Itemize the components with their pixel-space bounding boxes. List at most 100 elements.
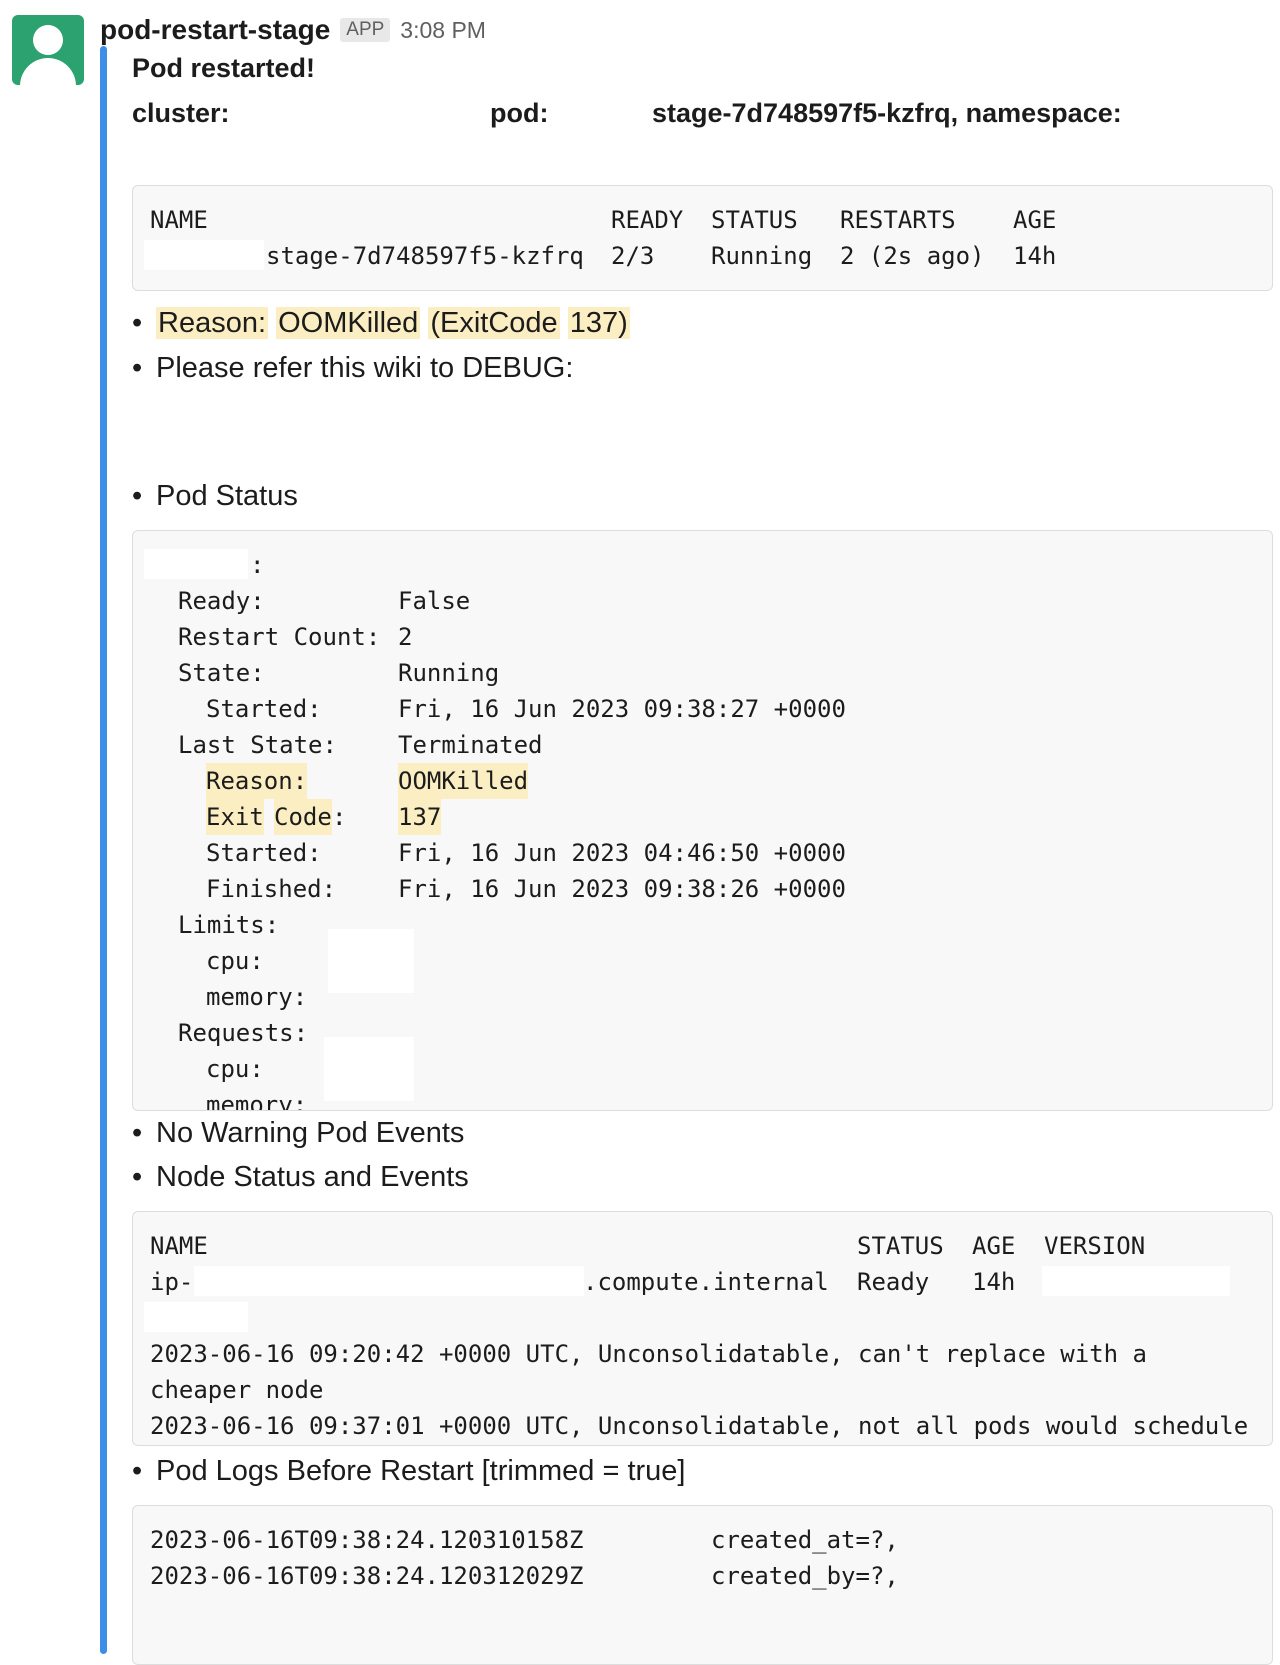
status-row: cpu: — [150, 1037, 1272, 1101]
log-timestamp: 2023-06-16T09:38:24.120310158Z — [150, 1526, 584, 1554]
node-status-block: NAME STATUS AGE VERSION ip- .compute.int… — [132, 1211, 1273, 1446]
pod-logs-text: Pod Logs Before Restart [trimmed = true] — [156, 1455, 686, 1487]
node-event-line: 2023-06-16 09:37:01 +0000 UTC, Unconsoli… — [150, 1408, 1272, 1444]
container-colon: : — [250, 551, 265, 579]
avatar-head-shape — [33, 25, 63, 55]
reason-word-3: (ExitCode — [428, 307, 560, 339]
cluster-label: cluster: — [132, 98, 230, 128]
col-version: VERSION — [1044, 1232, 1146, 1260]
row-label: memory: — [206, 983, 308, 1011]
redacted-block — [144, 549, 248, 579]
status-row: memory: — [150, 979, 1272, 1015]
node-status-cell: Ready — [857, 1268, 930, 1296]
pod-name-cell: stage-7d748597f5-kzfrq — [266, 242, 584, 270]
row-colon: : — [332, 803, 347, 831]
log-message: created_at=?, — [711, 1526, 899, 1554]
status-row: Finished: Fri, 16 Jun 2023 09:38:26 +000… — [150, 871, 1272, 907]
col-status: STATUS — [857, 1232, 944, 1260]
row-label: Limits: — [178, 911, 280, 939]
app-badge: APP — [340, 18, 391, 42]
bot-avatar[interactable] — [12, 15, 84, 85]
node-redacted-line — [144, 1300, 1272, 1336]
pod-table-row: stage-7d748597f5-kzfrq 2/3 Running 2 (2s… — [144, 238, 1272, 274]
node-status-text: Node Status and Events — [156, 1161, 469, 1193]
pod-status-text: Pod Status — [156, 480, 298, 512]
row-label: Started: — [206, 839, 322, 867]
node-table-row: ip- .compute.internal Ready 14h — [150, 1264, 1272, 1300]
node-name-suffix: .compute.internal — [583, 1268, 829, 1296]
status-row: Exit Code : 137 — [150, 799, 1272, 835]
node-event: cheaper node — [150, 1376, 324, 1404]
row-label: Finished: — [206, 875, 337, 903]
row-label: cpu: — [206, 1055, 264, 1083]
node-event-line: 2023-06-16 09:20:42 +0000 UTC, Unconsoli… — [150, 1336, 1272, 1372]
row-label: Last State: — [178, 731, 337, 759]
bullet-pod-status: • Pod Status — [132, 480, 298, 512]
bullet-wiki: • Please refer this wiki to DEBUG: — [132, 352, 574, 384]
status-cell: Running — [711, 242, 813, 270]
pod-table-header: NAME READY STATUS RESTARTS AGE — [150, 202, 1272, 238]
message-timestamp[interactable]: 3:08 PM — [400, 17, 486, 44]
row-value: Fri, 16 Jun 2023 04:46:50 +0000 — [398, 839, 846, 867]
row-value: Running — [398, 659, 500, 687]
status-row: Restart Count: 2 — [150, 619, 1272, 655]
redacted-block — [144, 240, 264, 270]
sender-name[interactable]: pod-restart-stage — [100, 14, 330, 46]
message-title: Pod restarted! — [132, 53, 316, 83]
ready-cell: 2/3 — [611, 242, 655, 270]
redacted-block — [194, 1266, 584, 1296]
status-row: cpu: — [150, 929, 1272, 993]
bullet-reason: • Reason: OOMKilled (ExitCode 137) — [132, 307, 630, 339]
reason-word-1: Reason: — [156, 307, 269, 339]
redacted-block — [1042, 1266, 1230, 1296]
node-event: 2023-06-16 09:37:01 +0000 UTC, Unconsoli… — [150, 1412, 1249, 1440]
restarts-cell: 2 (2s ago) — [840, 242, 985, 270]
col-age: AGE — [972, 1232, 1016, 1260]
row-label: Code — [274, 799, 332, 835]
bullet-no-warning: • No Warning Pod Events — [132, 1117, 465, 1149]
status-row: Reason: OOMKilled — [150, 763, 1272, 799]
age-cell: 14h — [1013, 242, 1057, 270]
row-label: Started: — [206, 695, 322, 723]
pod-label: pod: — [490, 98, 549, 128]
node-event-line: cheaper node — [150, 1372, 1272, 1408]
row-value: False — [398, 587, 471, 615]
row-value: OOMKilled — [398, 763, 529, 799]
row-label: Reason: — [206, 763, 308, 799]
row-label: Requests: — [178, 1019, 309, 1047]
log-line: 2023-06-16T09:38:24.120312029Z created_b… — [150, 1558, 1272, 1594]
pod-status-block: : Ready: False Restart Count: 2 State: R… — [132, 530, 1273, 1111]
status-row: Last State: Terminated — [150, 727, 1272, 763]
row-value: 137 — [398, 799, 442, 835]
container-line: : — [144, 547, 1272, 583]
row-label: Restart Count: — [178, 623, 381, 651]
reason-word-2: OOMKilled — [276, 307, 421, 339]
row-label: memory: — [206, 1091, 308, 1111]
pod-value: stage-7d748597f5-kzfrq, namespace: — [652, 98, 1122, 128]
status-row: Requests: — [150, 1015, 1272, 1051]
wiki-text: Please refer this wiki to DEBUG: — [156, 352, 574, 384]
bullet-node-status: • Node Status and Events — [132, 1161, 469, 1193]
row-value: Fri, 16 Jun 2023 09:38:26 +0000 — [398, 875, 846, 903]
message-header: pod-restart-stage APP 3:08 PM — [100, 14, 486, 46]
avatar-body-shape — [20, 58, 76, 85]
col-name: NAME — [150, 206, 208, 234]
node-event: 2023-06-16 09:20:42 +0000 UTC, Unconsoli… — [150, 1340, 1147, 1368]
row-label: State: — [178, 659, 265, 687]
log-line: 2023-06-16T09:38:24.120310158Z created_a… — [150, 1522, 1272, 1558]
node-name-prefix: ip- — [150, 1268, 194, 1296]
col-ready: READY — [611, 206, 684, 234]
row-label: Ready: — [178, 587, 265, 615]
row-label: Exit — [206, 799, 264, 835]
log-timestamp: 2023-06-16T09:38:24.120312029Z — [150, 1562, 584, 1590]
row-value: Terminated — [398, 731, 543, 759]
pod-logs-block: 2023-06-16T09:38:24.120310158Z created_a… — [132, 1505, 1273, 1665]
status-row: Limits: — [150, 907, 1272, 943]
col-age: AGE — [1013, 206, 1057, 234]
message-body: Pod restarted! cluster: pod: stage-7d748… — [132, 48, 1277, 1665]
node-table-header: NAME STATUS AGE VERSION — [150, 1228, 1272, 1264]
meta-line: cluster: pod: stage-7d748597f5-kzfrq, na… — [132, 90, 1277, 136]
node-age-cell: 14h — [972, 1268, 1016, 1296]
log-message: created_by=?, — [711, 1562, 899, 1590]
row-value: 2 — [398, 623, 413, 651]
